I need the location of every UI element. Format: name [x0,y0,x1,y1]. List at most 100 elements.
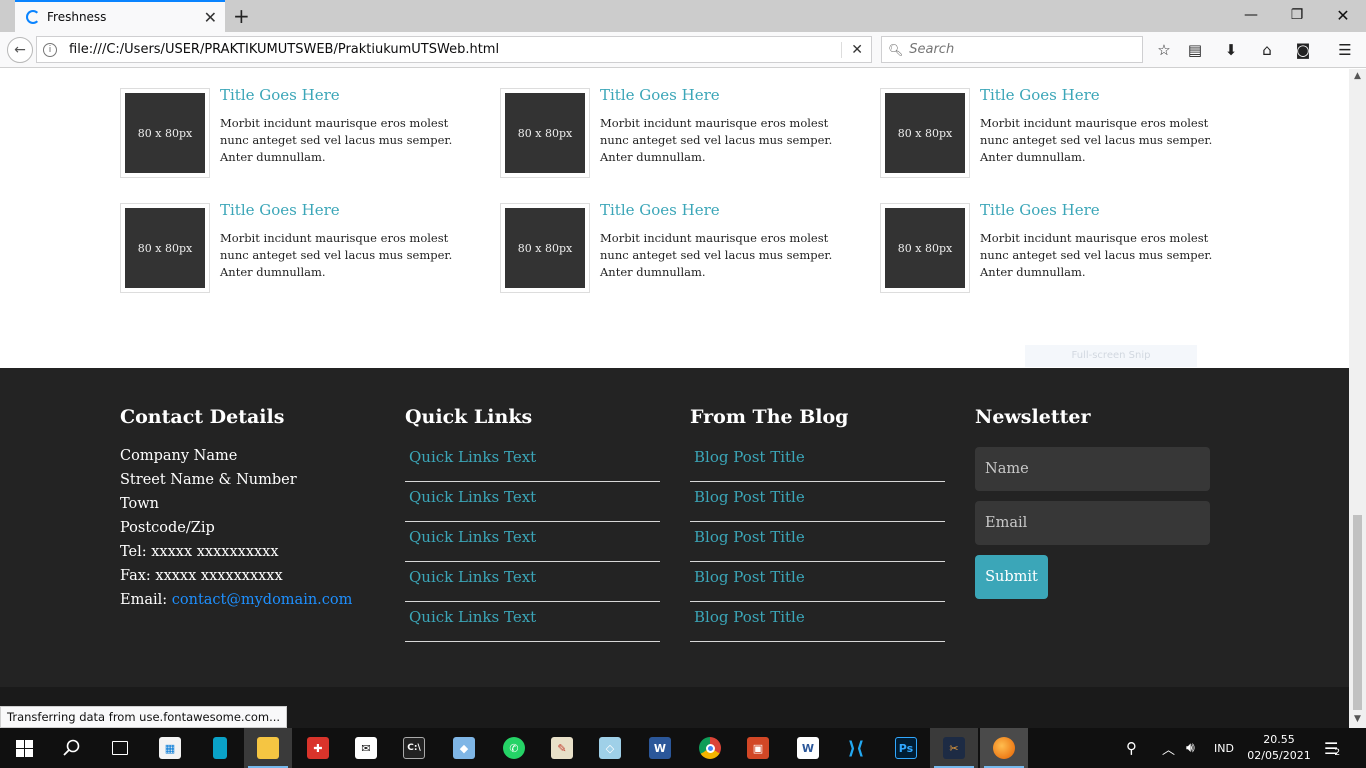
taskbar-app-vscode[interactable]: ⟩⟨ [832,728,880,768]
blog-post-item[interactable]: Blog Post Title [690,562,945,602]
blog-post-link[interactable]: Blog Post Title [694,608,805,626]
restore-icon[interactable]: ❐ [1274,0,1320,30]
post-item: 80 x 80px Title Goes Here Morbit incidun… [120,201,480,293]
blog-post-item[interactable]: Blog Post Title [690,442,945,482]
post-thumbnail[interactable]: 80 x 80px [120,203,210,293]
url-bar[interactable]: i file:///C:/Users/USER/PRAKTIKUMUTSWEB/… [36,36,872,63]
scroll-up-icon[interactable]: ▲ [1349,69,1366,83]
post-thumbnail[interactable]: 80 x 80px [880,88,970,178]
taskbar-app-photoshop[interactable]: Ps [882,728,930,768]
taskbar-app-mail[interactable]: ✉ [342,728,390,768]
taskbar-app-sketch[interactable]: ◇ [586,728,634,768]
quick-link[interactable]: Quick Links Text [409,488,536,506]
chevron-up-icon[interactable]: ︿ [1162,728,1175,768]
post-title[interactable]: Title Goes Here [980,201,1100,219]
taskbar-app-store[interactable]: ▦ [146,728,194,768]
close-window-icon[interactable]: ✕ [1320,0,1366,30]
contact-email-link[interactable]: contact@mydomain.com [172,592,353,608]
quick-link[interactable]: Quick Links Text [409,448,536,466]
bookmark-star-icon[interactable]: ☆ [1154,40,1174,60]
device-icon [213,737,227,759]
taskbar-app-firefox[interactable] [980,728,1028,768]
page-scrollbar[interactable]: ▲ ▼ [1349,69,1366,728]
close-tab-icon[interactable]: ✕ [204,8,217,27]
volume-icon[interactable]: 🔊︎ [1186,728,1195,768]
thumbnail-placeholder: 80 x 80px [125,208,205,288]
taskbar-app-paint[interactable]: ✎ [538,728,586,768]
quick-link-item[interactable]: Quick Links Text [405,522,660,562]
post-title[interactable]: Title Goes Here [220,201,340,219]
taskbar-app-snip[interactable]: ✂ [930,728,978,768]
back-button[interactable]: ← [7,37,33,63]
url-text[interactable]: file:///C:/Users/USER/PRAKTIKUMUTSWEB/Pr… [69,42,841,57]
language-indicator[interactable]: IND [1214,728,1234,768]
scroll-thumb[interactable] [1353,515,1362,710]
newsletter-name-input[interactable] [975,447,1210,491]
post-item: 80 x 80px Title Goes Here Morbit incidun… [120,86,480,178]
task-view-button[interactable] [96,728,144,768]
quick-link[interactable]: Quick Links Text [409,568,536,586]
gift-icon: ✚ [307,737,329,759]
blog-post-item[interactable]: Blog Post Title [690,482,945,522]
taskbar-app-word-alt[interactable]: W [784,728,832,768]
taskbar-clock[interactable]: 20.55 02/05/2021 [1245,732,1313,764]
blog-post-link[interactable]: Blog Post Title [694,448,805,466]
post-title[interactable]: Title Goes Here [220,86,340,104]
post-thumbnail[interactable]: 80 x 80px [500,203,590,293]
download-icon[interactable]: ⬇ [1221,40,1241,60]
scroll-down-icon[interactable]: ▼ [1349,712,1366,726]
quick-link[interactable]: Quick Links Text [409,528,536,546]
post-excerpt: Morbit incidunt maurisque eros molest nu… [980,116,1213,164]
post-title[interactable]: Title Goes Here [600,86,720,104]
post-thumbnail[interactable]: 80 x 80px [120,88,210,178]
snip-overlay[interactable]: Full-screen Snip [1025,345,1197,367]
blog-post-item[interactable]: Blog Post Title [690,602,945,642]
blog-post-item[interactable]: Blog Post Title [690,522,945,562]
taskbar-app-gift[interactable]: ✚ [294,728,342,768]
minimize-icon[interactable]: — [1228,0,1274,30]
contact-company: Company Name [120,448,238,464]
start-button[interactable] [0,728,48,768]
quick-link-item[interactable]: Quick Links Text [405,482,660,522]
menu-icon[interactable]: ☰ [1335,40,1355,60]
notification-icon[interactable]: ☰ 2 [1324,728,1340,768]
blog-post-link[interactable]: Blog Post Title [694,528,805,546]
newsletter-submit-button[interactable]: Submit [975,555,1048,599]
contact-street: Street Name & Number [120,472,297,488]
search-input[interactable] [909,42,1130,57]
taskbar-app-explorer[interactable] [244,728,292,768]
taskbar-app-virtualbox[interactable]: ◆ [440,728,488,768]
blog-post-link[interactable]: Blog Post Title [694,488,805,506]
post-title[interactable]: Title Goes Here [600,201,720,219]
quick-link-item[interactable]: Quick Links Text [405,602,660,642]
reading-list-icon[interactable]: ▤ [1185,40,1205,60]
newsletter-email-input[interactable] [975,501,1210,545]
thumbnail-placeholder: 80 x 80px [885,93,965,173]
search-icon: 🔍︎ [888,42,904,57]
quick-links-title: Quick Links [405,406,533,428]
notification-count: 2 [1334,748,1341,758]
tab-freshness[interactable]: Freshness ✕ [15,0,225,32]
taskbar-app-powerpoint[interactable]: ▣ [734,728,782,768]
home-icon[interactable]: ⌂ [1257,40,1277,60]
taskbar-app-device[interactable] [196,728,244,768]
stop-icon[interactable]: ✕ [841,41,863,58]
post-thumbnail[interactable]: 80 x 80px [880,203,970,293]
taskbar-app-terminal[interactable]: C:\ [390,728,438,768]
contact-postcode: Postcode/Zip [120,520,215,536]
quick-link-item[interactable]: Quick Links Text [405,562,660,602]
post-title[interactable]: Title Goes Here [980,86,1100,104]
taskbar-app-whatsapp[interactable]: ✆ [490,728,538,768]
info-icon[interactable]: i [43,42,57,57]
search-bar[interactable]: 🔍︎ [881,36,1143,63]
taskbar-app-chrome[interactable] [686,728,734,768]
quick-link-item[interactable]: Quick Links Text [405,442,660,482]
people-icon[interactable]: ⚲ [1126,728,1137,768]
post-thumbnail[interactable]: 80 x 80px [500,88,590,178]
search-taskbar-button[interactable] [48,728,96,768]
blog-post-link[interactable]: Blog Post Title [694,568,805,586]
taskbar-app-word[interactable]: W [636,728,684,768]
quick-link[interactable]: Quick Links Text [409,608,536,626]
pocket-icon[interactable]: ◙ [1293,40,1313,60]
new-tab-icon[interactable]: + [233,4,250,28]
